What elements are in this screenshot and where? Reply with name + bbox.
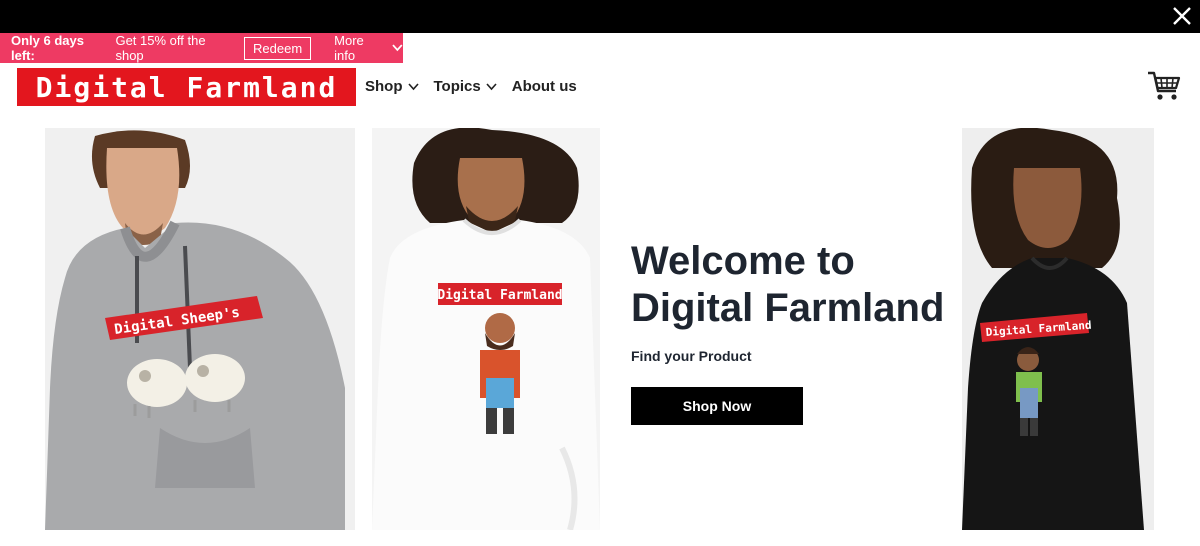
nav-shop-label: Shop — [365, 78, 403, 95]
more-info-label: More info — [334, 33, 364, 63]
close-icon — [1173, 7, 1191, 25]
product-photo-hoodie[interactable]: Digital Sheep's — [45, 128, 355, 530]
main-nav: Shop Topics About us — [365, 78, 577, 95]
brand-logo[interactable]: Digital Farmland — [17, 68, 356, 106]
hero-subtitle: Find your Product — [631, 348, 752, 364]
longsleeve-black-model-image: Digital Farmland — [962, 128, 1144, 530]
nav-shop[interactable]: Shop — [365, 78, 419, 95]
cart-button[interactable] — [1146, 70, 1182, 102]
longsleeve-white-model-image: Digital Farmland — [372, 128, 600, 530]
close-button[interactable] — [1170, 4, 1194, 28]
nav-topics[interactable]: Topics — [434, 78, 497, 95]
hoodie-model-image: Digital Sheep's — [45, 130, 345, 530]
chevron-down-icon — [407, 82, 419, 90]
shop-now-label: Shop Now — [682, 398, 752, 414]
nav-topics-label: Topics — [433, 78, 481, 95]
logo-text: Digital Farmland — [35, 70, 338, 104]
redeem-button[interactable]: Redeem — [244, 36, 312, 60]
hero-title-line2: Digital Farmland — [631, 286, 945, 330]
product-photo-longsleeve-white[interactable]: Digital Farmland — [372, 128, 600, 530]
hero-title-line1: Welcome to — [631, 239, 855, 283]
hero-title: Welcome to Digital Farmland — [631, 238, 951, 332]
chevron-down-icon — [486, 82, 497, 90]
promo-text: Get 15% off the shop — [115, 33, 206, 63]
shop-now-button[interactable]: Shop Now — [631, 387, 803, 425]
product-photo-longsleeve-black[interactable]: Digital Farmland — [962, 128, 1154, 530]
nav-about-label: About us — [511, 78, 577, 95]
cart-icon — [1148, 71, 1181, 100]
page-bottom-divider — [0, 536, 1200, 546]
top-bar — [0, 0, 1200, 33]
more-info-button[interactable]: More info — [334, 33, 403, 63]
shirt-print-text: Digital Farmland — [437, 288, 562, 303]
promo-deadline: Only 6 days left: — [11, 33, 84, 63]
chevron-down-icon — [392, 44, 403, 52]
promo-banner: Only 6 days left: Get 15% off the shop R… — [0, 33, 403, 63]
nav-about[interactable]: About us — [512, 78, 577, 95]
